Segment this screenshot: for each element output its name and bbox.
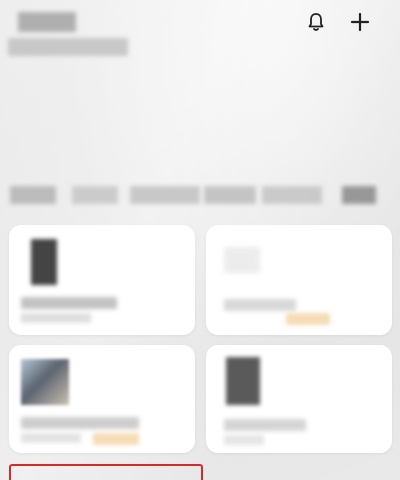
card-thumbnail-blur [224,247,260,273]
content-card[interactable] [206,225,392,335]
card-thumbnail [226,357,260,405]
category-tabs [10,182,390,208]
card-tag-badge [93,433,139,445]
content-card[interactable] [206,345,392,453]
card-title-blur [224,299,296,311]
tab-2[interactable] [72,186,118,204]
card-tag [9,345,10,346]
card-title-blur [21,297,117,309]
bell-button[interactable] [304,10,328,34]
tab-label-6 [10,182,11,183]
tab-5[interactable] [262,186,322,204]
tab-1[interactable] [10,186,56,204]
tab-label-5 [10,182,11,183]
tab-label-1 [10,182,11,183]
tab-label-4 [10,182,11,183]
tab-label-2 [10,182,11,183]
add-button[interactable] [348,10,372,34]
card-title [9,225,10,226]
content-card[interactable] [9,225,195,335]
card-thumbnail [31,239,57,285]
card-title [9,345,10,346]
tab-4[interactable] [204,186,256,204]
highlighted-region [9,464,203,480]
tab-label-3 [10,182,11,183]
card-meta-blur [21,313,91,323]
card-meta-blur [224,435,264,445]
header-subtitle-blur [8,38,128,56]
card-meta-blur [21,433,81,443]
plus-icon [350,12,370,32]
header-title-blur [18,12,76,32]
card-tag [9,225,10,226]
card-tag [206,345,207,346]
card-title [206,345,207,346]
tab-6[interactable] [342,186,376,204]
content-card[interactable] [9,345,195,453]
card-title-blur [21,417,139,429]
card-thumbnail [21,359,69,405]
card-tag [206,225,207,226]
card-tag-badge [286,313,330,325]
card-title [206,225,207,226]
header-title [0,0,1,1]
header-subtitle [0,0,1,1]
bell-icon [308,13,324,31]
tab-3[interactable] [130,186,200,204]
card-title-blur [224,419,306,431]
